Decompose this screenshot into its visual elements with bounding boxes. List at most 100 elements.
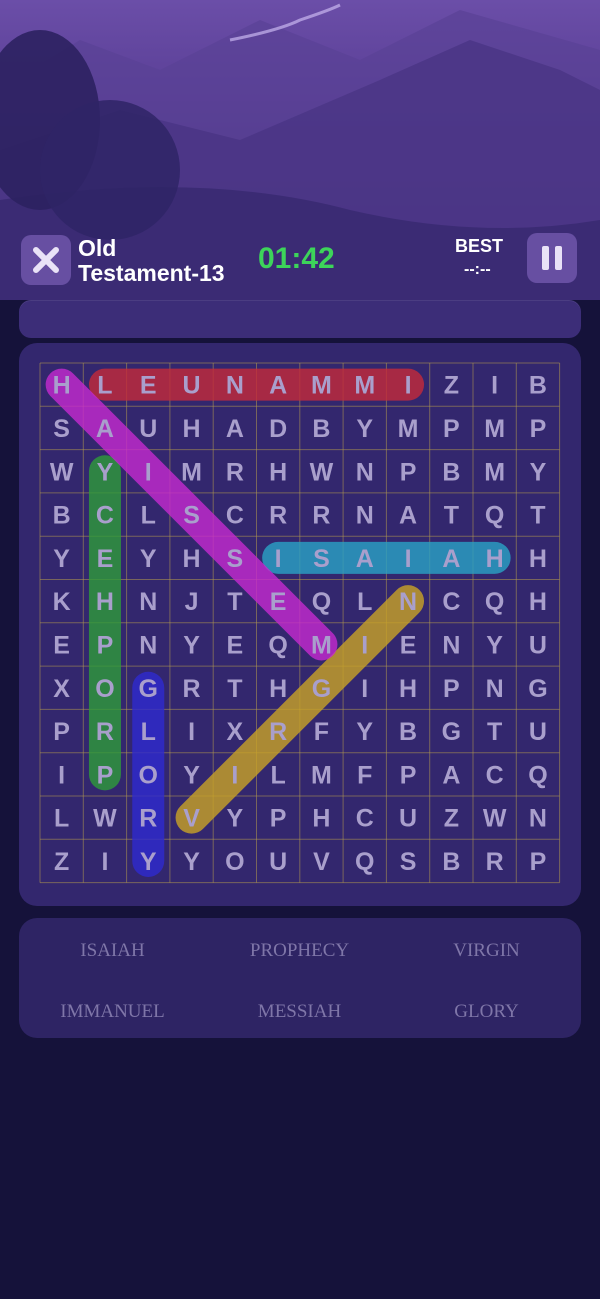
grid-letter[interactable]: V — [183, 805, 200, 833]
grid-letter[interactable]: L — [141, 502, 156, 530]
grid-letter[interactable]: H — [529, 545, 547, 573]
grid-letter[interactable]: F — [314, 718, 329, 746]
grid-letter[interactable]: S — [53, 415, 70, 443]
grid-letter[interactable]: P — [97, 631, 114, 659]
grid-letter[interactable]: Q — [528, 761, 547, 789]
grid-letter[interactable]: I — [491, 372, 498, 400]
grid-letter[interactable]: I — [101, 848, 108, 876]
grid-letter[interactable]: U — [529, 718, 547, 746]
grid-letter[interactable]: E — [270, 588, 287, 616]
grid-letter[interactable]: B — [399, 718, 417, 746]
grid-letter[interactable]: U — [399, 805, 417, 833]
grid-letter[interactable]: N — [139, 588, 157, 616]
grid-letter[interactable]: U — [529, 631, 547, 659]
grid-letter[interactable]: G — [528, 675, 547, 703]
grid-letter[interactable]: L — [54, 805, 69, 833]
grid-letter[interactable]: S — [227, 545, 244, 573]
grid-letter[interactable]: Z — [444, 805, 459, 833]
grid-letter[interactable]: C — [442, 588, 460, 616]
grid-letter[interactable]: H — [269, 675, 287, 703]
grid-letter[interactable]: M — [484, 458, 505, 486]
grid-letter[interactable]: Y — [183, 631, 200, 659]
grid-letter[interactable]: R — [486, 848, 504, 876]
grid-letter[interactable]: U — [269, 848, 287, 876]
grid-letter[interactable]: A — [96, 415, 114, 443]
grid-letter[interactable]: B — [442, 848, 460, 876]
grid-letter[interactable]: W — [50, 458, 74, 486]
grid-letter[interactable]: O — [95, 675, 114, 703]
grid-letter[interactable]: N — [399, 588, 417, 616]
grid-letter[interactable]: R — [96, 718, 114, 746]
grid-letter[interactable]: M — [311, 761, 332, 789]
grid-letter[interactable]: P — [530, 415, 547, 443]
grid-letter[interactable]: L — [141, 718, 156, 746]
grid-letter[interactable]: T — [487, 718, 502, 746]
grid-letter[interactable]: H — [53, 372, 71, 400]
pause-button[interactable] — [527, 233, 577, 283]
grid-letter[interactable]: R — [139, 805, 157, 833]
grid-letter[interactable]: S — [400, 848, 417, 876]
grid-letter[interactable]: I — [188, 718, 195, 746]
grid-letter[interactable]: Z — [54, 848, 69, 876]
grid-letter[interactable]: Q — [485, 588, 504, 616]
grid-letter[interactable]: N — [139, 631, 157, 659]
grid-letter[interactable]: L — [97, 372, 112, 400]
grid-letter[interactable]: S — [313, 545, 330, 573]
grid-letter[interactable]: N — [486, 675, 504, 703]
grid-letter[interactable]: H — [183, 415, 201, 443]
grid-letter[interactable]: C — [96, 502, 114, 530]
grid-letter[interactable]: N — [529, 805, 547, 833]
grid-letter[interactable]: K — [53, 588, 71, 616]
grid-letter[interactable]: M — [181, 458, 202, 486]
grid-letter[interactable]: P — [53, 718, 70, 746]
grid-letter[interactable]: R — [312, 502, 330, 530]
grid-letter[interactable]: C — [356, 805, 374, 833]
close-button[interactable] — [21, 235, 71, 285]
grid-letter[interactable]: T — [227, 675, 242, 703]
grid-letter[interactable]: M — [311, 372, 332, 400]
grid-letter[interactable]: A — [442, 761, 460, 789]
grid-letter[interactable]: E — [53, 631, 70, 659]
grid-letter[interactable]: Q — [485, 502, 504, 530]
grid-letter[interactable]: Z — [444, 372, 459, 400]
grid-letter[interactable]: R — [269, 502, 287, 530]
grid-letter[interactable]: V — [313, 848, 330, 876]
grid-letter[interactable]: T — [530, 502, 545, 530]
grid-letter[interactable]: R — [226, 458, 244, 486]
grid-letter[interactable]: H — [399, 675, 417, 703]
grid-letter[interactable]: D — [269, 415, 287, 443]
grid-letter[interactable]: E — [227, 631, 244, 659]
grid-letter[interactable]: Y — [227, 805, 244, 833]
grid-letter[interactable]: R — [183, 675, 201, 703]
grid-letter[interactable]: W — [93, 805, 117, 833]
grid-letter[interactable]: E — [140, 372, 157, 400]
grid-letter[interactable]: Y — [183, 761, 200, 789]
grid-letter[interactable]: S — [183, 502, 200, 530]
grid-letter[interactable]: W — [483, 805, 507, 833]
grid-letter[interactable]: P — [270, 805, 287, 833]
grid-letter[interactable]: C — [226, 502, 244, 530]
grid-letter[interactable]: H — [486, 545, 504, 573]
grid-letter[interactable]: C — [486, 761, 504, 789]
grid-letter[interactable]: Y — [53, 545, 70, 573]
grid-letter[interactable]: I — [361, 631, 368, 659]
grid-letter[interactable]: A — [399, 502, 417, 530]
grid-letter[interactable]: H — [312, 805, 330, 833]
grid-letter[interactable]: G — [312, 675, 331, 703]
grid-letter[interactable]: B — [529, 372, 547, 400]
grid-letter[interactable]: Y — [140, 848, 157, 876]
grid-letter[interactable]: B — [312, 415, 330, 443]
grid-letter[interactable]: Q — [355, 848, 374, 876]
grid-letter[interactable]: B — [53, 502, 71, 530]
grid-letter[interactable]: P — [443, 675, 460, 703]
grid-letter[interactable]: L — [271, 761, 286, 789]
grid-letter[interactable]: B — [442, 458, 460, 486]
grid-letter[interactable]: P — [97, 761, 114, 789]
grid-letter[interactable]: Y — [183, 848, 200, 876]
grid-letter[interactable]: A — [356, 545, 374, 573]
grid-letter[interactable]: J — [185, 588, 199, 616]
grid-letter[interactable]: Y — [486, 631, 503, 659]
grid-letter[interactable]: G — [139, 675, 158, 703]
grid-letter[interactable]: Y — [530, 458, 547, 486]
grid-letter[interactable]: N — [356, 458, 374, 486]
